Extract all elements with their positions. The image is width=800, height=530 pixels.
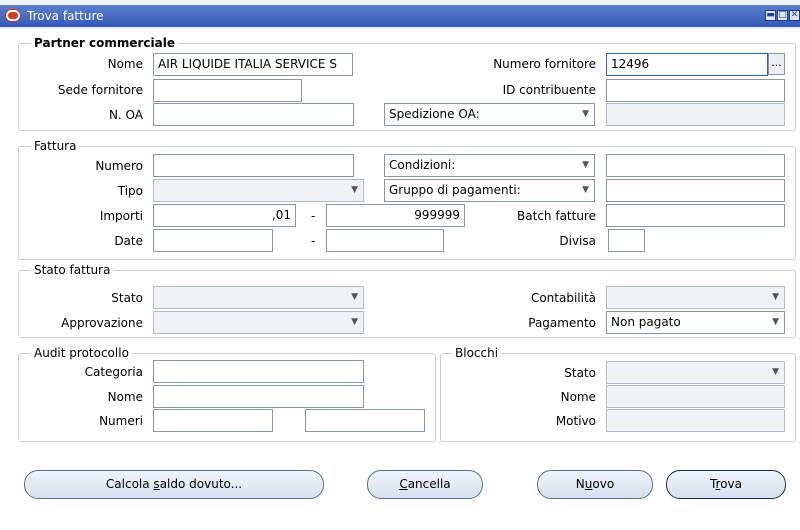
- calcola-saldo-button[interactable]: Calcola saldo dovuto...: [24, 470, 324, 499]
- blocchi-nome-label: Nome: [560, 390, 596, 404]
- contabilita-label: Contabilità: [530, 291, 596, 305]
- title-bar-strip: [0, 5, 800, 27]
- blocchi-stato-label: Stato: [564, 366, 596, 380]
- nome-field[interactable]: AIR LIQUIDE ITALIA SERVICE S: [153, 53, 353, 76]
- contabilita-select[interactable]: ▼: [606, 286, 785, 309]
- sede-fornitore-field[interactable]: [153, 79, 302, 102]
- maximize-icon[interactable]: □: [777, 10, 788, 21]
- numeri-to-field[interactable]: [305, 409, 425, 432]
- chevron-down-icon: ▼: [772, 367, 779, 377]
- oracle-logo-icon: [6, 10, 20, 21]
- date-range-dash: -: [311, 234, 316, 248]
- nome-label: Nome: [107, 57, 143, 71]
- condizioni-field[interactable]: [606, 154, 785, 177]
- approvazione-label: Approvazione: [61, 316, 143, 330]
- spedizione-oa-placeholder: Spedizione OA:: [389, 107, 480, 121]
- blocchi-stato-select[interactable]: ▼: [606, 361, 785, 384]
- numeri-label: Numeri: [99, 414, 143, 428]
- gruppo-pagamenti-field[interactable]: [606, 179, 785, 202]
- minimize-icon[interactable]: ▬: [765, 10, 776, 21]
- fattura-section-title: Fattura: [31, 139, 80, 153]
- importi-label: Importi: [99, 209, 143, 223]
- numero-fornitore-field[interactable]: 12496: [606, 53, 768, 76]
- trova-button[interactable]: Trova: [666, 470, 786, 499]
- audit-protocollo-section-title: Audit protocollo: [31, 346, 132, 360]
- motivo-label: Motivo: [555, 414, 596, 428]
- calcola-saldo-label-pre: Calcola: [105, 477, 154, 491]
- noa-label: N. OA: [108, 108, 143, 122]
- chevron-down-icon: ▼: [351, 292, 358, 302]
- spedizione-oa-select[interactable]: Spedizione OA: ▼: [384, 103, 595, 126]
- blocchi-nome-field: [606, 385, 785, 408]
- batch-fatture-label: Batch fatture: [517, 209, 596, 223]
- numero-field[interactable]: [153, 154, 354, 177]
- nuovo-label-post: ovo: [592, 477, 615, 491]
- importi-range-dash: -: [311, 209, 316, 223]
- spedizione-oa-field: [606, 103, 785, 126]
- numero-label: Numero: [95, 159, 143, 173]
- sede-fornitore-label: Sede fornitore: [57, 83, 143, 97]
- batch-fatture-field[interactable]: [606, 204, 785, 227]
- cancella-label-post: ancella: [407, 477, 451, 491]
- approvazione-select[interactable]: ▼: [153, 311, 364, 334]
- chevron-down-icon: ▼: [582, 185, 589, 195]
- close-icon[interactable]: ✕: [789, 10, 800, 21]
- categoria-label: Categoria: [84, 365, 143, 379]
- title-bar: Trova fatture ▬ □ ✕: [0, 0, 800, 29]
- stato-select[interactable]: ▼: [153, 286, 364, 309]
- cancella-button[interactable]: Cancella: [367, 470, 483, 499]
- date-to-field[interactable]: [326, 229, 444, 252]
- divisa-label: Divisa: [559, 234, 596, 248]
- chevron-down-icon: ▼: [772, 292, 779, 302]
- stato-label: Stato: [111, 291, 143, 305]
- chevron-down-icon: ▼: [351, 317, 358, 327]
- tipo-label: Tipo: [117, 184, 143, 198]
- blocchi-section-title: Blocchi: [452, 346, 502, 360]
- categoria-field[interactable]: [153, 360, 364, 383]
- date-label: Date: [114, 234, 143, 248]
- calcola-saldo-label-post: aldo dovuto...: [159, 477, 243, 491]
- noa-field[interactable]: [153, 103, 354, 126]
- chevron-down-icon: ▼: [582, 109, 589, 119]
- chevron-down-icon: ▼: [582, 160, 589, 170]
- id-contribuente-label: ID contribuente: [502, 83, 596, 97]
- partner-section-title: Partner commerciale: [31, 36, 178, 50]
- nuovo-label-pre: N: [575, 477, 585, 491]
- stato-fattura-section-title: Stato fattura: [31, 263, 114, 277]
- chevron-down-icon: ▼: [772, 317, 779, 327]
- chevron-down-icon: ▼: [351, 185, 358, 195]
- audit-nome-label: Nome: [107, 390, 143, 404]
- tipo-select[interactable]: ▼: [153, 179, 364, 202]
- window-title: Trova fatture: [27, 9, 104, 23]
- importi-from-field[interactable]: ,01: [153, 204, 296, 227]
- motivo-field: [606, 409, 785, 432]
- gruppo-pagamenti-select[interactable]: Gruppo di pagamenti: ▼: [384, 179, 595, 202]
- condizioni-select[interactable]: Condizioni: ▼: [384, 154, 595, 177]
- find-invoices-window: Trova fatture ▬ □ ✕ Partner commerciale …: [0, 0, 800, 530]
- divisa-field[interactable]: [608, 229, 645, 252]
- importi-to-field[interactable]: 999999: [326, 204, 465, 227]
- id-contribuente-field[interactable]: [606, 79, 785, 102]
- numeri-from-field[interactable]: [153, 409, 273, 432]
- trova-label-post: ova: [720, 477, 743, 491]
- audit-nome-field[interactable]: [153, 385, 364, 408]
- date-from-field[interactable]: [153, 229, 273, 252]
- pagamento-label: Pagamento: [528, 316, 596, 330]
- list-of-values-button[interactable]: ...: [768, 53, 785, 75]
- pagamento-value: Non pagato: [611, 315, 681, 329]
- nuovo-button[interactable]: Nuovo: [537, 470, 653, 499]
- cancella-mnemonic: C: [399, 477, 408, 491]
- gruppo-pagamenti-placeholder: Gruppo di pagamenti:: [389, 183, 521, 197]
- numero-fornitore-label: Numero fornitore: [493, 57, 596, 71]
- condizioni-placeholder: Condizioni:: [389, 158, 456, 172]
- pagamento-select[interactable]: Non pagato ▼: [606, 311, 785, 334]
